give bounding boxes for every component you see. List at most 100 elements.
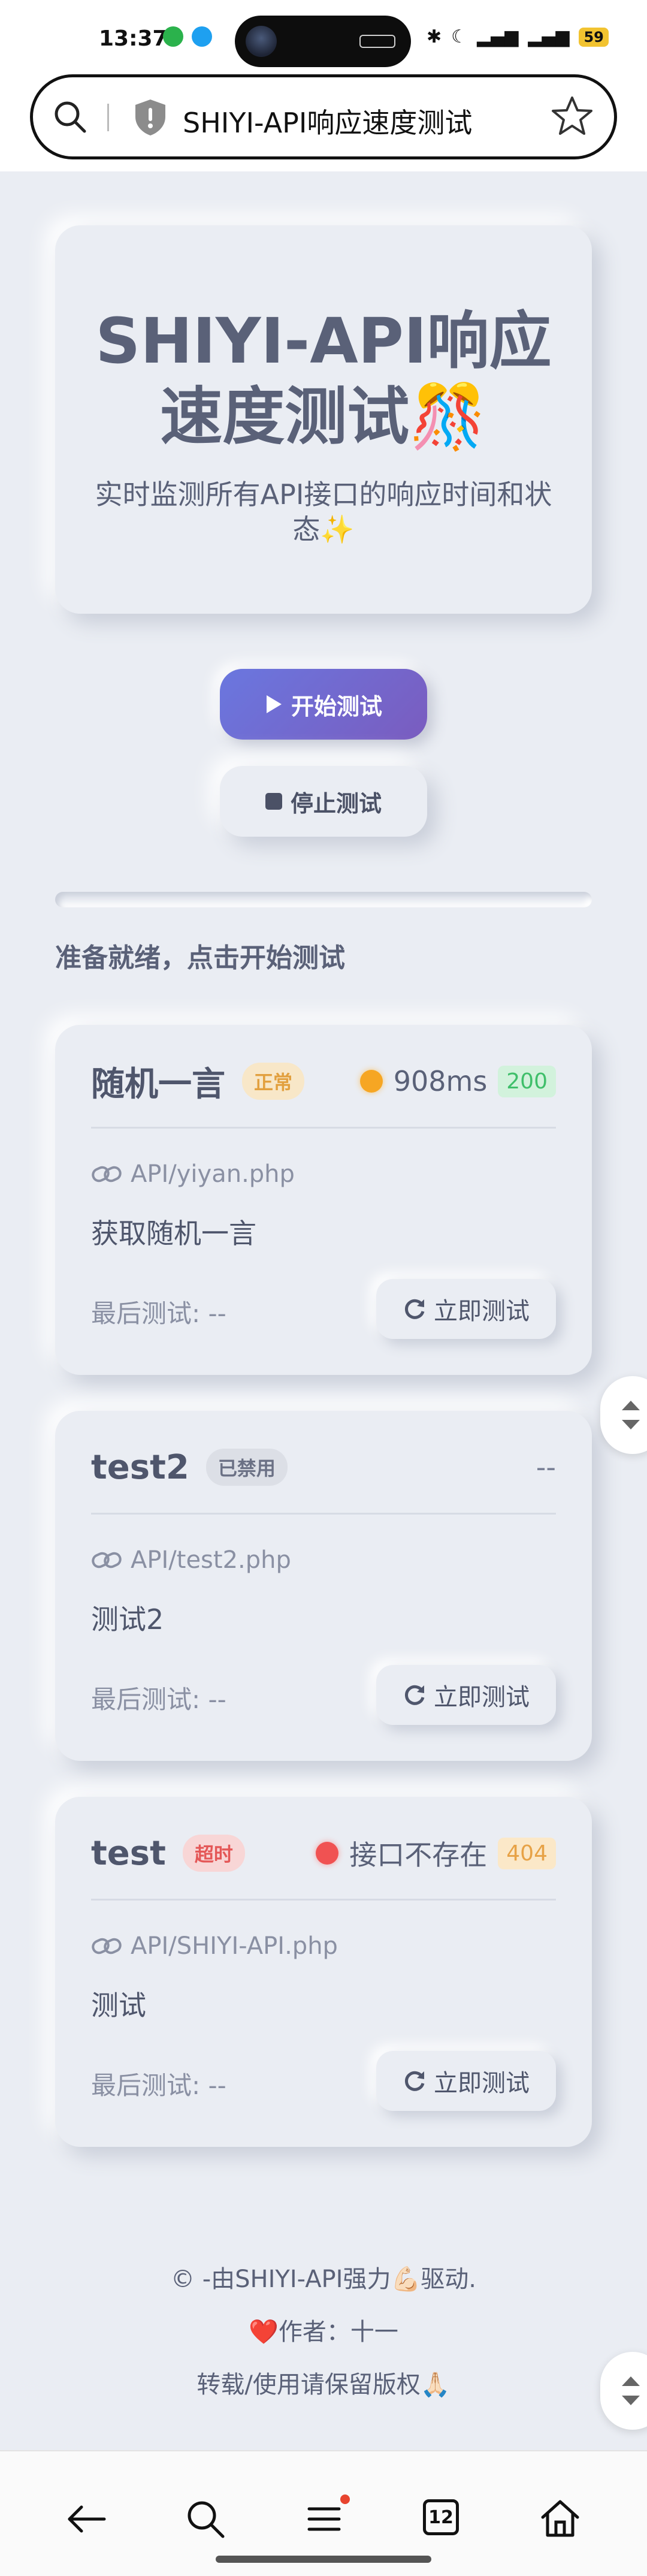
api-card: test 超时 接口不存在 404 API/SHIYI-API.php 测试 最… [55, 1797, 592, 2147]
test-now-label: 立即测试 [434, 1298, 530, 1325]
link-icon [92, 1552, 122, 1568]
address-text[interactable]: SHIYI-API响应速度测试 [183, 101, 472, 141]
start-test-label: 开始测试 [291, 693, 382, 720]
api-result: 接口不存在 404 [316, 1833, 556, 1873]
test-now-label: 立即测试 [434, 2070, 530, 2097]
dynamic-island[interactable] [235, 16, 411, 67]
status-time: 13:37 [99, 26, 168, 51]
page-title: SHIYI-API响应速度测试🎊 [95, 304, 552, 453]
address-bar[interactable]: SHIYI-API响应速度测试 [30, 74, 617, 159]
footer-powered-by: © -由SHIYI-API强力💪🏻驱动. [171, 2266, 476, 2293]
status-badge: 正常 [242, 1063, 305, 1100]
api-card: 随机一言 正常 908ms 200 API/yiyan.php 获取随机一言 最… [55, 1025, 592, 1375]
test-now-button[interactable]: 立即测试 [376, 1665, 556, 1725]
api-description: 获取随机一言 [91, 1217, 256, 1250]
api-description: 测试 [91, 1989, 146, 2022]
qq-icon [192, 26, 212, 47]
last-test: 最后测试: -- [91, 1293, 226, 1330]
progress-bar [55, 892, 592, 907]
menu-icon[interactable] [302, 2497, 346, 2541]
search-icon[interactable] [183, 2497, 228, 2541]
link-icon [92, 1938, 122, 1954]
stop-icon [265, 793, 282, 810]
api-path: API/test2.php [91, 1546, 291, 1574]
http-code-badge: 200 [498, 1065, 556, 1097]
status-indicators: ✱ ☾ ▂▄▆ ▂▄▆ 59 [427, 26, 609, 47]
refresh-icon [405, 2071, 425, 2091]
test-now-label: 立即测试 [434, 1684, 530, 1711]
header-card: SHIYI-API响应速度测试🎊 实时监测所有API接口的响应时间和状态✨ [55, 225, 592, 614]
test-now-button[interactable]: 立即测试 [376, 1279, 556, 1339]
last-test-label: 最后测试: [91, 1685, 201, 1714]
status-badge: 超时 [182, 1835, 245, 1872]
page-subtitle: 实时监测所有API接口的响应时间和状态✨ [95, 478, 552, 545]
api-card: test2 已禁用 -- API/test2.php 测试2 最后测试: -- … [55, 1411, 592, 1761]
home-indicator [216, 2556, 431, 2563]
latency-value: 908ms [393, 1065, 488, 1097]
latency-value: 接口不存在 [349, 1839, 488, 1871]
last-test-value: -- [208, 1685, 226, 1714]
status-badge: 已禁用 [205, 1449, 288, 1486]
last-test-label: 最后测试: [91, 1299, 201, 1328]
test-status-text: 准备就绪，点击开始测试 [55, 943, 345, 973]
api-path: API/SHIYI-API.php [91, 1932, 338, 1960]
battery-icon: 59 [579, 27, 609, 47]
audio-wave-icon [359, 35, 395, 48]
shield-icon[interactable] [132, 98, 168, 137]
api-result: 908ms 200 [359, 1065, 556, 1097]
bluetooth-icon: ✱ [427, 26, 442, 47]
api-path-text: API/SHIYI-API.php [131, 1932, 338, 1960]
status-bar: 13:37 ✱ ☾ ▂▄▆ ▂▄▆ 59 [0, 0, 647, 72]
last-test-label: 最后测试: [91, 2071, 201, 2100]
api-path-text: API/yiyan.php [131, 1160, 295, 1188]
tabs-button[interactable]: 12 [423, 2499, 459, 2535]
test-now-button[interactable]: 立即测试 [376, 2051, 556, 2111]
scroll-arrows-icon [622, 2376, 640, 2405]
menu-notification-dot [340, 2494, 350, 2504]
latency-value: -- [536, 1451, 556, 1483]
footer-copyright: 转载/使用请保留版权🙏🏻 [196, 2371, 451, 2399]
footer-author: ❤️作者：十一 [249, 2318, 398, 2346]
last-test: 最后测试: -- [91, 2065, 226, 2102]
scroll-handle[interactable] [600, 2352, 647, 2430]
search-icon[interactable] [51, 98, 89, 136]
back-arrow-icon[interactable] [65, 2497, 109, 2541]
api-card-header: 随机一言 正常 908ms 200 [91, 1057, 556, 1105]
card-divider [91, 1513, 556, 1515]
status-dot-icon [316, 1842, 339, 1865]
address-divider [107, 104, 109, 131]
stop-test-button[interactable]: 停止测试 [220, 766, 427, 837]
http-code-badge: 404 [498, 1837, 556, 1869]
api-name: test2 [91, 1447, 189, 1487]
api-name: 随机一言 [91, 1064, 225, 1104]
last-test-value: -- [208, 1299, 226, 1328]
scroll-handle[interactable] [600, 1376, 647, 1454]
signal-icon: ▂▄▆ [477, 26, 519, 47]
play-icon [266, 695, 282, 713]
card-divider [91, 1899, 556, 1901]
status-dot-icon [359, 1070, 383, 1093]
refresh-icon [405, 1299, 425, 1319]
last-test: 最后测试: -- [91, 1679, 226, 1716]
api-name: test [91, 1833, 166, 1873]
refresh-icon [405, 1685, 425, 1705]
api-card-header: test2 已禁用 -- [91, 1443, 556, 1491]
api-path: API/yiyan.php [91, 1160, 295, 1188]
api-card-header: test 超时 接口不存在 404 [91, 1829, 556, 1877]
start-test-button[interactable]: 开始测试 [220, 669, 427, 740]
api-result: -- [536, 1451, 556, 1483]
scroll-arrows-icon [622, 1401, 640, 1429]
last-test-value: -- [208, 2071, 226, 2100]
star-icon[interactable] [551, 94, 594, 137]
home-icon[interactable] [538, 2497, 582, 2541]
music-artwork-icon [246, 26, 277, 57]
signal-icon: ▂▄▆ [528, 26, 570, 47]
notification-icons [163, 26, 212, 47]
api-path-text: API/test2.php [131, 1546, 291, 1574]
stop-test-label: 停止测试 [290, 790, 382, 817]
api-description: 测试2 [91, 1603, 164, 1636]
moon-icon: ☾ [451, 26, 468, 47]
link-icon [92, 1166, 122, 1183]
wechat-icon [163, 26, 183, 47]
card-divider [91, 1127, 556, 1129]
